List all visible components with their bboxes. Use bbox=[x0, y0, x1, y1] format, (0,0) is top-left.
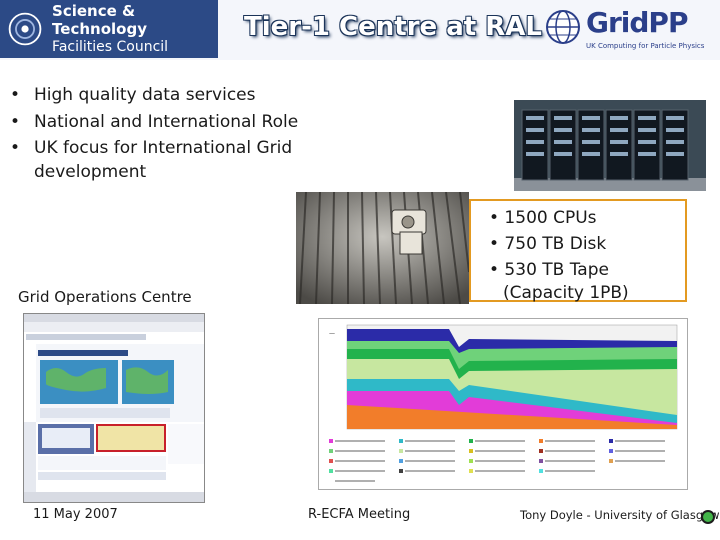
gridpp-tagline: UK Computing for Particle Physics bbox=[586, 42, 705, 50]
page-title: Tier-1 Centre at RAL bbox=[244, 12, 542, 42]
spec-tape: • 530 TB Tape bbox=[489, 260, 609, 280]
bullet-item: UK focus for International Grid developm… bbox=[10, 136, 330, 184]
stfc-logo: Science & Technology Facilities Council bbox=[0, 0, 218, 58]
spec-capacity: (Capacity 1PB) bbox=[503, 283, 629, 303]
gridpp-logo: GridPP UK Computing for Particle Physics bbox=[544, 4, 720, 56]
spec-cpus: • 1500 CPUs bbox=[489, 208, 597, 228]
bullet-item: National and International Role bbox=[10, 109, 330, 136]
org-name-line1: Science & Technology bbox=[52, 2, 147, 38]
bullet-item: High quality data services bbox=[10, 82, 330, 109]
footer-meeting: R-ECFA Meeting bbox=[308, 507, 411, 522]
goc-screenshot bbox=[23, 313, 205, 503]
capacity-specs-box: • 1500 CPUs • 750 TB Disk • 530 TB Tape … bbox=[469, 199, 687, 303]
bullet-list: High quality data services National and … bbox=[10, 82, 330, 184]
status-dot-icon bbox=[701, 510, 715, 524]
chart-tick: — bbox=[329, 330, 335, 337]
server-racks-photo bbox=[514, 100, 706, 191]
org-name-line2: Facilities Council bbox=[52, 39, 169, 55]
job-stacked-area-chart: — bbox=[318, 318, 688, 490]
tape-robot-photo bbox=[296, 192, 469, 304]
footer-date: 11 May 2007 bbox=[33, 507, 118, 522]
gridpp-globe-icon bbox=[546, 10, 580, 44]
spec-disk: • 750 TB Disk bbox=[489, 234, 607, 254]
goc-label: Grid Operations Centre bbox=[18, 288, 192, 306]
header-bar: Science & Technology Facilities Council … bbox=[0, 0, 720, 60]
gridpp-name: GridPP bbox=[586, 6, 688, 39]
stfc-emblem-icon bbox=[6, 8, 45, 50]
footer-author: Tony Doyle - University of Glasgow bbox=[520, 508, 720, 522]
